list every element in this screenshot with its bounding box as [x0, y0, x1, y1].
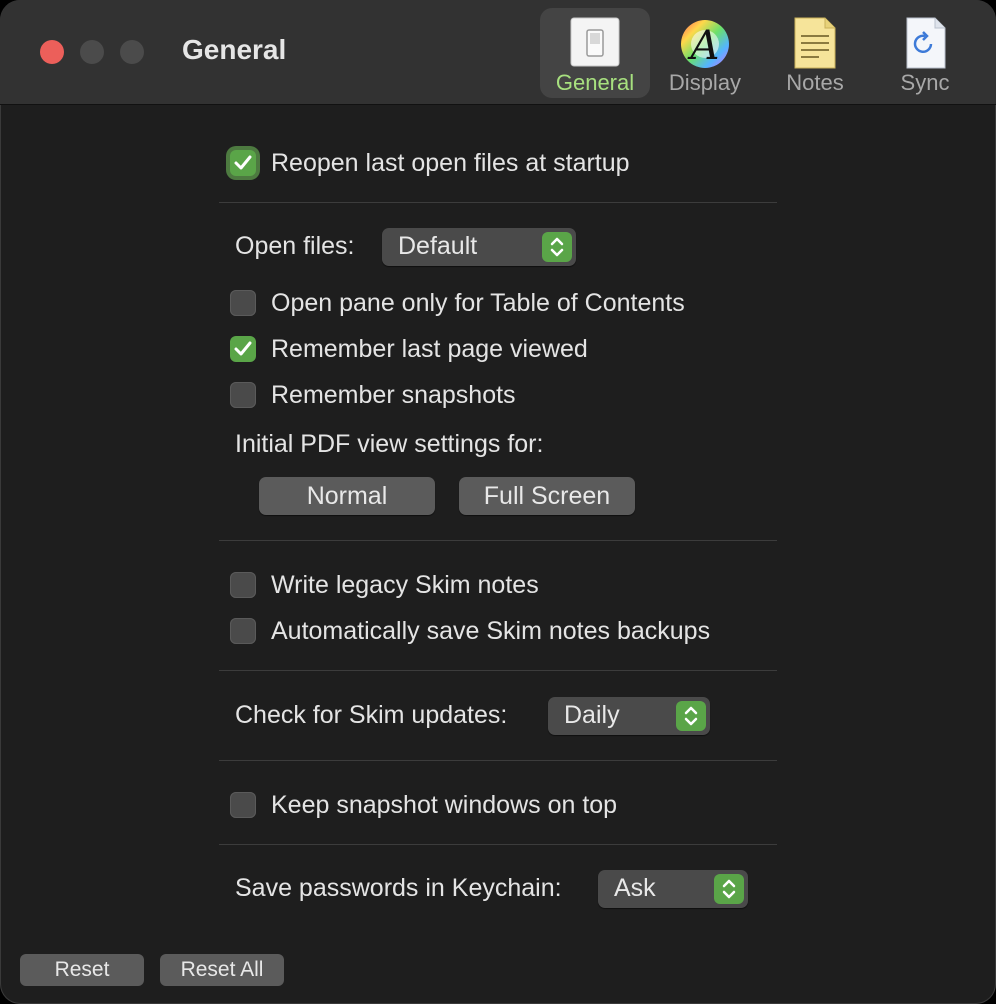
reopen-last-files-checkbox[interactable]	[230, 150, 256, 176]
full-screen-view-settings-button[interactable]: Full Screen	[459, 477, 635, 515]
write-legacy-notes-row[interactable]: Write legacy Skim notes	[230, 569, 539, 601]
section-divider	[219, 202, 777, 203]
check-updates-label: Check for Skim updates:	[235, 701, 508, 729]
window-title: General	[182, 34, 287, 65]
zoom-window-button[interactable]	[120, 40, 144, 64]
minimize-window-button[interactable]	[80, 40, 104, 64]
section-divider	[219, 760, 777, 761]
keep-snapshots-on-top-label: Keep snapshot windows on top	[271, 790, 618, 819]
toolbar-tab-notes[interactable]: Notes	[760, 8, 870, 98]
chevron-up-down-icon	[714, 874, 744, 904]
open-pane-toc-checkbox[interactable]	[230, 290, 256, 316]
checkmark-icon	[234, 341, 252, 356]
toolbar-tab-label: Display	[668, 70, 742, 95]
normal-view-settings-button[interactable]: Normal	[259, 477, 435, 515]
remember-snapshots-checkbox[interactable]	[230, 382, 256, 408]
reset-button[interactable]: Reset	[20, 954, 144, 986]
write-legacy-notes-checkbox[interactable]	[230, 572, 256, 598]
display-font-icon: A	[681, 20, 729, 69]
write-legacy-notes-label: Write legacy Skim notes	[271, 570, 539, 599]
auto-save-backups-row[interactable]: Automatically save Skim notes backups	[230, 615, 710, 647]
keep-snapshots-on-top-row[interactable]: Keep snapshot windows on top	[230, 789, 617, 821]
remember-last-page-checkbox[interactable]	[230, 336, 256, 362]
section-divider	[219, 670, 777, 671]
general-switch-icon	[570, 17, 620, 67]
preferences-window: General General A Display Notes Sync Reo…	[0, 0, 996, 1004]
toolbar-tab-sync[interactable]: Sync	[870, 8, 980, 98]
reset-all-button[interactable]: Reset All	[160, 954, 284, 986]
remember-last-page-row[interactable]: Remember last page viewed	[230, 333, 588, 365]
chevron-up-down-icon	[542, 232, 572, 262]
notes-page-icon	[794, 17, 836, 69]
open-pane-toc-row[interactable]: Open pane only for Table of Contents	[230, 287, 685, 319]
save-passwords-label: Save passwords in Keychain:	[235, 874, 562, 902]
reopen-last-files-label: Reopen last open files at startup	[271, 148, 630, 177]
remember-last-page-label: Remember last page viewed	[271, 334, 588, 363]
check-updates-popup[interactable]: Daily	[548, 697, 710, 735]
reopen-last-files-row[interactable]: Reopen last open files at startup	[230, 147, 630, 179]
remember-snapshots-label: Remember snapshots	[271, 380, 516, 409]
section-divider	[219, 540, 777, 541]
open-files-popup[interactable]: Default	[382, 228, 576, 266]
check-updates-value: Daily	[564, 701, 620, 729]
toolbar-tab-display[interactable]: A Display	[650, 8, 760, 98]
auto-save-backups-label: Automatically save Skim notes backups	[271, 616, 711, 645]
save-passwords-value: Ask	[614, 874, 656, 902]
section-divider	[219, 844, 777, 845]
sync-document-icon	[906, 17, 946, 69]
initial-pdf-view-label: Initial PDF view settings for:	[235, 430, 544, 458]
remember-snapshots-row[interactable]: Remember snapshots	[230, 379, 516, 411]
save-passwords-popup[interactable]: Ask	[598, 870, 748, 908]
chevron-up-down-icon	[676, 701, 706, 731]
svg-text:A: A	[687, 23, 720, 69]
toolbar-tab-label: Sync	[900, 70, 950, 95]
toolbar-tab-label: General	[555, 70, 635, 95]
auto-save-backups-checkbox[interactable]	[230, 618, 256, 644]
keep-snapshots-on-top-checkbox[interactable]	[230, 792, 256, 818]
toolbar-tab-general[interactable]: General	[540, 8, 650, 98]
open-pane-toc-label: Open pane only for Table of Contents	[271, 288, 685, 317]
open-files-value: Default	[398, 232, 478, 260]
title-bar: General General A Display Notes Sync	[0, 0, 996, 105]
toolbar-tab-label: Notes	[786, 70, 844, 95]
close-window-button[interactable]	[40, 40, 64, 64]
open-files-label: Open files:	[235, 232, 355, 260]
checkmark-icon	[234, 155, 252, 170]
